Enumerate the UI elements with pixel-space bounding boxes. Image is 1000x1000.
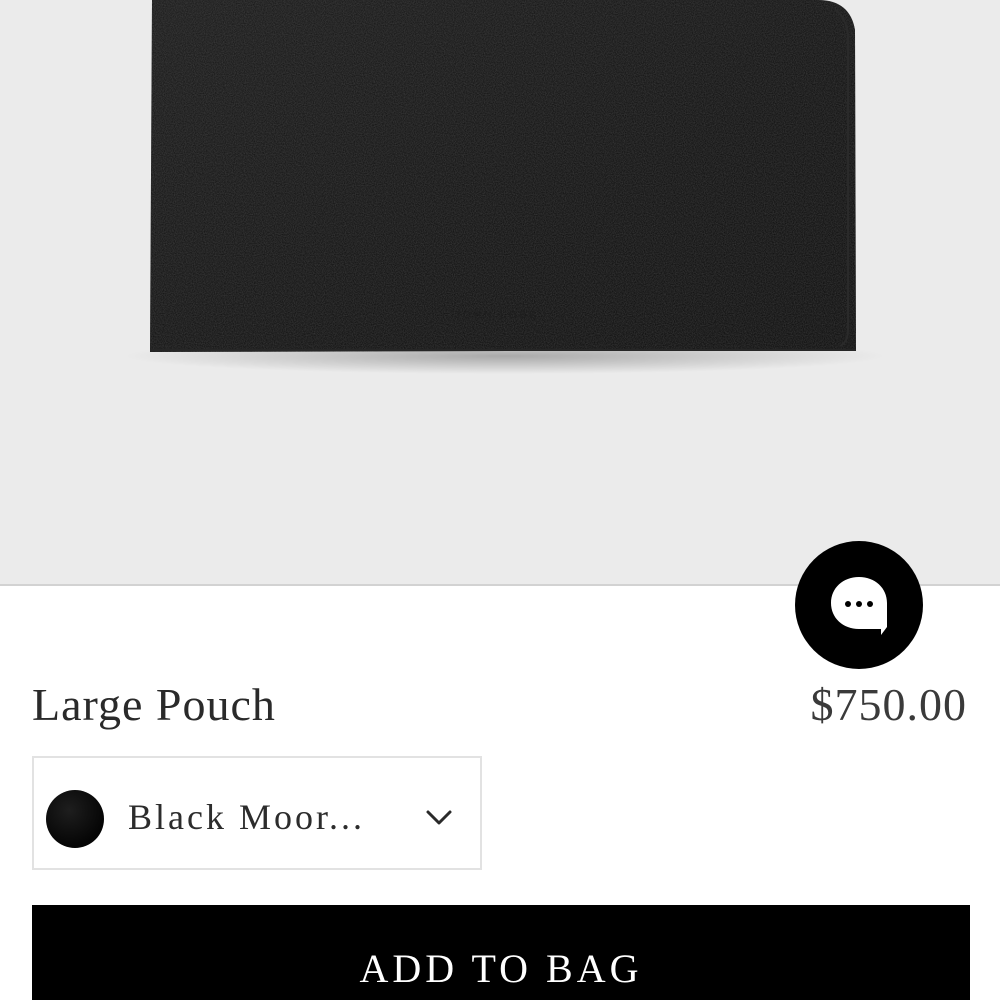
pouch-illustration: JOHN LOBB — [125, 0, 885, 374]
selected-color-label: Black Moor... — [128, 797, 365, 837]
add-to-bag-button[interactable]: ADD TO BAG — [32, 905, 970, 1000]
color-swatch — [46, 790, 104, 848]
brand-emboss: JOHN LOBB — [455, 310, 539, 321]
product-title: Large Pouch — [32, 679, 276, 730]
chat-bubble-icon — [831, 577, 887, 635]
color-variant-select[interactable]: Black Moor... — [32, 756, 482, 870]
product-price: $750.00 — [810, 679, 967, 730]
chevron-down-icon — [426, 810, 452, 825]
product-page: JOHN LOBB Large Pouch $750.00 Black Moor… — [0, 0, 1000, 1000]
chat-button[interactable] — [795, 541, 923, 669]
product-image[interactable]: JOHN LOBB — [0, 0, 1000, 586]
add-to-bag-label: ADD TO BAG — [359, 946, 643, 991]
